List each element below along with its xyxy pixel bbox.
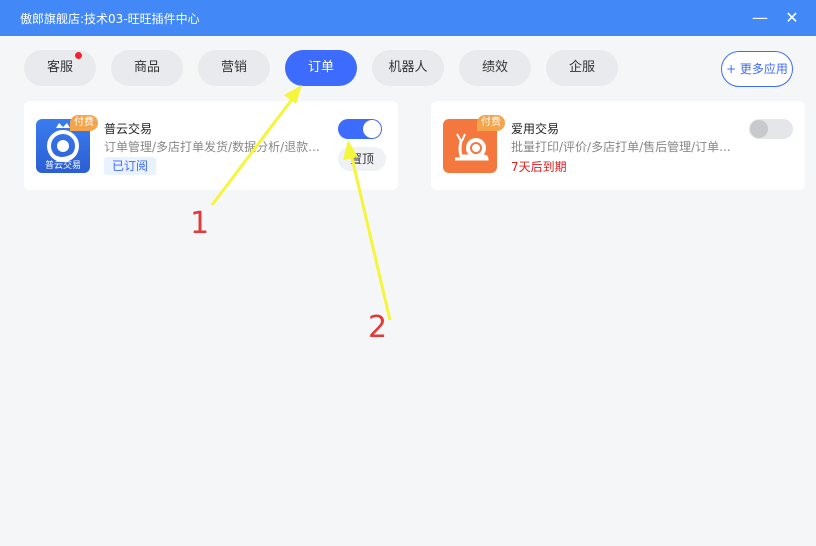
close-button[interactable]: ✕ bbox=[780, 6, 804, 30]
app-description: 批量打印/评价/多店打单/售后管理/订单... bbox=[511, 140, 731, 154]
tab-label: 商品 bbox=[133, 60, 160, 75]
app-description: 订单管理/多店打单发货/数据分析/退款... bbox=[104, 140, 320, 154]
icon-caption: 普云交易 bbox=[44, 161, 81, 171]
tab-label: 客服 bbox=[46, 60, 73, 75]
tab-dingdan[interactable]: 订单 bbox=[285, 50, 357, 86]
tab-yingxiao[interactable]: 营销 bbox=[198, 50, 270, 86]
tab-jixiao[interactable]: 绩效 bbox=[459, 50, 531, 86]
tab-shangpin[interactable]: 商品 bbox=[111, 50, 183, 86]
tab-label: 机器人 bbox=[388, 60, 428, 75]
app-name: 普云交易 bbox=[104, 122, 153, 136]
toggle-knob bbox=[750, 120, 768, 138]
subscribed-tag: 已订阅 bbox=[104, 157, 157, 175]
enable-toggle[interactable] bbox=[338, 119, 382, 139]
tab-kefu[interactable]: 客服 bbox=[24, 50, 96, 86]
more-apps-button[interactable]: + 更多应用 bbox=[721, 51, 793, 87]
tab-label: 订单 bbox=[307, 60, 334, 75]
tab-label: 企服 bbox=[568, 60, 595, 75]
notification-dot bbox=[75, 52, 82, 59]
app-card-aiyong[interactable]: 付费 爱用交易 批量打印/评价/多店打单/售后管理/订单... 7天后到期 bbox=[431, 101, 805, 190]
paid-badge: 付费 bbox=[477, 115, 505, 131]
app-card-puyun[interactable]: 普云交易 付费 普云交易 订单管理/多店打单发货/数据分析/退款... 已订阅 … bbox=[24, 101, 398, 190]
app-name: 爱用交易 bbox=[511, 122, 560, 136]
paid-badge: 付费 bbox=[70, 115, 98, 131]
minimize-button[interactable]: — bbox=[748, 6, 772, 30]
expire-text: 7天后到期 bbox=[511, 160, 567, 174]
annotation-number-1: 1 bbox=[190, 206, 210, 241]
tab-label: 营销 bbox=[220, 60, 247, 75]
category-tabs: 客服 商品 营销 订单 机器人 绩效 企服 bbox=[0, 50, 816, 86]
window-title: 傲郎旗舰店:技术03-旺旺插件中心 bbox=[20, 12, 200, 26]
tab-jiqiren[interactable]: 机器人 bbox=[372, 50, 444, 86]
pin-label: 置顶 bbox=[349, 152, 374, 166]
tab-label: 绩效 bbox=[481, 60, 508, 75]
enable-toggle[interactable] bbox=[749, 119, 793, 139]
pin-top-button[interactable]: 置顶 bbox=[338, 147, 386, 171]
toggle-knob bbox=[363, 120, 381, 138]
annotation-number-2: 2 bbox=[368, 310, 388, 345]
title-bar: 傲郎旗舰店:技术03-旺旺插件中心 — ✕ bbox=[0, 0, 816, 36]
tab-qifu[interactable]: 企服 bbox=[546, 50, 618, 86]
